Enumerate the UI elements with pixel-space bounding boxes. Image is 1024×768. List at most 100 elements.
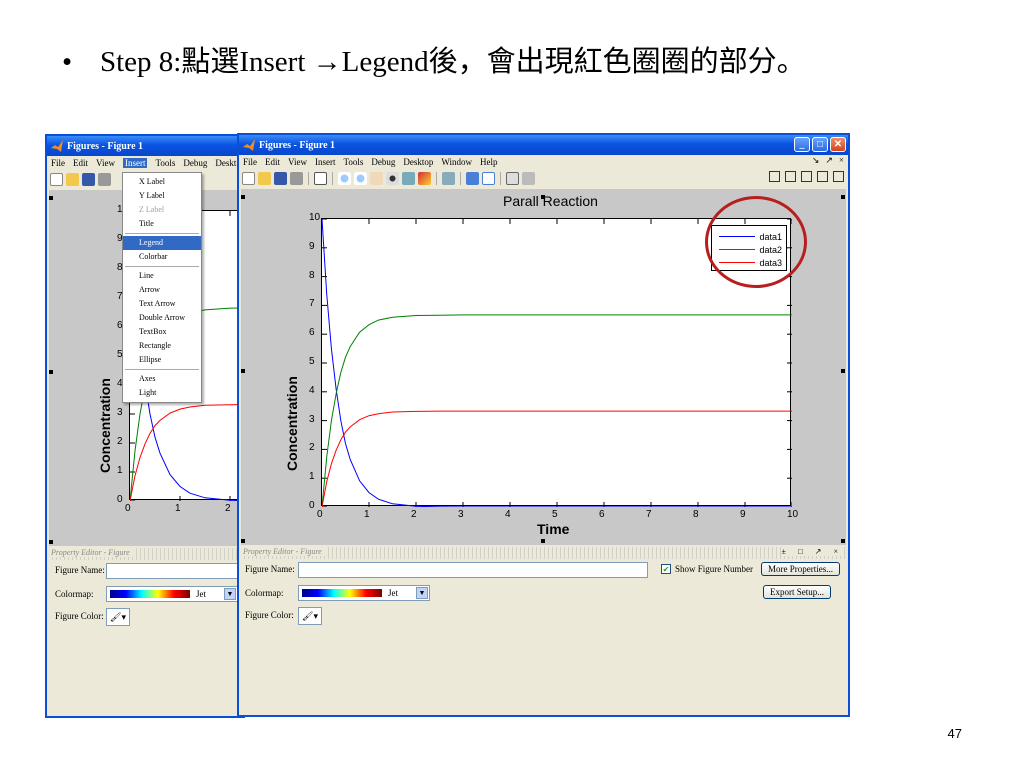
- resize-handle[interactable]: [241, 195, 245, 199]
- menu-item-double-arrow[interactable]: Double Arrow: [123, 311, 201, 325]
- title-bar-back[interactable]: Figures - Figure 1: [47, 136, 243, 156]
- figure-color-button[interactable]: 🖌▾: [298, 607, 322, 625]
- menu-view[interactable]: View: [288, 157, 307, 167]
- resize-handle[interactable]: [841, 195, 845, 199]
- left-right-layout-icon[interactable]: [785, 171, 796, 182]
- menu-item-arrow[interactable]: Arrow: [123, 283, 201, 297]
- menu-debug[interactable]: Debug: [183, 158, 207, 168]
- more-properties-button[interactable]: More Properties...: [761, 562, 840, 576]
- menu-item-colorbar[interactable]: Colorbar: [123, 250, 201, 264]
- save-icon[interactable]: [82, 172, 95, 186]
- close-icon[interactable]: ×: [839, 155, 844, 166]
- save-icon[interactable]: [274, 171, 287, 185]
- property-editor-controls: ± □ ↗ ×: [781, 547, 842, 556]
- open-folder-icon[interactable]: [66, 172, 79, 186]
- colormap-select[interactable]: Jet ▼: [298, 585, 430, 601]
- menu-file[interactable]: File: [243, 157, 257, 167]
- hide-plot-tools-icon[interactable]: [506, 171, 519, 185]
- page-number: 47: [947, 726, 962, 741]
- tile-layout-icon[interactable]: [769, 171, 780, 182]
- resize-handle[interactable]: [541, 539, 545, 543]
- menu-insert[interactable]: Insert: [122, 158, 148, 168]
- figure-name-label: Figure Name:: [55, 565, 105, 575]
- resize-handle[interactable]: [841, 539, 845, 543]
- show-figure-number-checkbox[interactable]: ✔: [661, 564, 671, 574]
- menu-item-textbox[interactable]: TextBox: [123, 325, 201, 339]
- menu-item-text-arrow[interactable]: Text Arrow: [123, 297, 201, 311]
- x-tick-label: 10: [787, 509, 799, 520]
- top-bottom-layout-icon[interactable]: [801, 171, 812, 182]
- menu-window[interactable]: Window: [441, 157, 472, 167]
- menu-edit[interactable]: Edit: [73, 158, 88, 168]
- menu-item-axes[interactable]: Axes: [123, 372, 201, 386]
- pointer-icon[interactable]: [314, 171, 327, 185]
- restore-icon[interactable]: □: [797, 547, 807, 556]
- menu-item-rectangle[interactable]: Rectangle: [123, 339, 201, 353]
- close-icon[interactable]: ×: [833, 547, 842, 556]
- x-tick-label: 5: [552, 509, 558, 520]
- open-folder-icon[interactable]: [258, 171, 271, 185]
- figure-name-input[interactable]: [106, 563, 243, 579]
- menu-debug[interactable]: Debug: [371, 157, 395, 167]
- dock-icon[interactable]: ↘: [812, 155, 820, 166]
- resize-handle[interactable]: [49, 540, 53, 544]
- data-cursor-icon[interactable]: [402, 171, 415, 185]
- show-plot-tools-icon[interactable]: [522, 171, 535, 185]
- zoom-out-icon[interactable]: [354, 171, 367, 185]
- menu-item-line[interactable]: Line: [123, 269, 201, 283]
- toolbar-front: [239, 169, 848, 187]
- colorbar-icon[interactable]: [466, 171, 479, 185]
- new-file-icon[interactable]: [242, 171, 255, 185]
- close-button[interactable]: ✕: [830, 137, 846, 152]
- menu-view[interactable]: View: [96, 158, 115, 168]
- new-file-icon[interactable]: [50, 172, 63, 186]
- title-bar-front[interactable]: Figures - Figure 1 _ □ ✕: [239, 135, 848, 155]
- resize-handle[interactable]: [541, 195, 545, 199]
- export-setup-button[interactable]: Export Setup...: [763, 585, 831, 599]
- link-plot-icon[interactable]: [442, 171, 455, 185]
- resize-handle[interactable]: [241, 369, 245, 373]
- menu-insert[interactable]: Insert: [315, 157, 336, 167]
- matlab-logo-icon: [243, 139, 255, 151]
- maximize-layout-icon[interactable]: [833, 171, 844, 182]
- menu-item-title[interactable]: Title: [123, 217, 201, 231]
- menu-help[interactable]: Help: [480, 157, 498, 167]
- menu-item-light[interactable]: Light: [123, 386, 201, 400]
- legend-icon[interactable]: [482, 171, 495, 185]
- zoom-in-icon[interactable]: [338, 171, 351, 185]
- menu-deskt[interactable]: Deskt: [215, 158, 236, 168]
- minimize-button[interactable]: _: [794, 137, 810, 152]
- menu-tools[interactable]: Tools: [343, 157, 363, 167]
- undock-icon[interactable]: ↗: [825, 155, 833, 166]
- chevron-down-icon[interactable]: ▼: [224, 588, 236, 600]
- figure-color-button[interactable]: 🖌▾: [106, 608, 130, 626]
- collapse-icon[interactable]: ±: [781, 547, 790, 556]
- chevron-down-icon[interactable]: ▼: [416, 587, 428, 599]
- menu-item-x-label[interactable]: X Label: [123, 175, 201, 189]
- print-icon[interactable]: [98, 172, 111, 186]
- maximize-button[interactable]: □: [812, 137, 828, 152]
- menu-file[interactable]: File: [51, 158, 65, 168]
- toolbar-separator: [308, 171, 309, 185]
- menu-item-y-label[interactable]: Y Label: [123, 189, 201, 203]
- print-icon[interactable]: [290, 171, 303, 185]
- pan-hand-icon[interactable]: [370, 171, 383, 185]
- menu-edit[interactable]: Edit: [265, 157, 280, 167]
- xlabel-front: Time: [537, 521, 570, 537]
- show-figure-number[interactable]: ✔ Show Figure Number: [661, 564, 753, 574]
- float-layout-icon[interactable]: [817, 171, 828, 182]
- menu-desktop[interactable]: Desktop: [403, 157, 433, 167]
- menu-item-legend[interactable]: Legend: [123, 236, 201, 250]
- rotate-3d-icon[interactable]: [386, 171, 399, 185]
- figure-name-input[interactable]: [298, 562, 648, 578]
- resize-handle[interactable]: [841, 369, 845, 373]
- menu-tools[interactable]: Tools: [155, 158, 175, 168]
- resize-handle[interactable]: [241, 539, 245, 543]
- menu-item-ellipse[interactable]: Ellipse: [123, 353, 201, 367]
- undock-icon[interactable]: ↗: [814, 547, 826, 556]
- brush-icon[interactable]: [418, 171, 431, 185]
- colormap-select[interactable]: Jet ▼: [106, 586, 238, 602]
- resize-handle[interactable]: [49, 370, 53, 374]
- menu-item-z-label[interactable]: Z Label: [123, 203, 201, 217]
- resize-handle[interactable]: [49, 196, 53, 200]
